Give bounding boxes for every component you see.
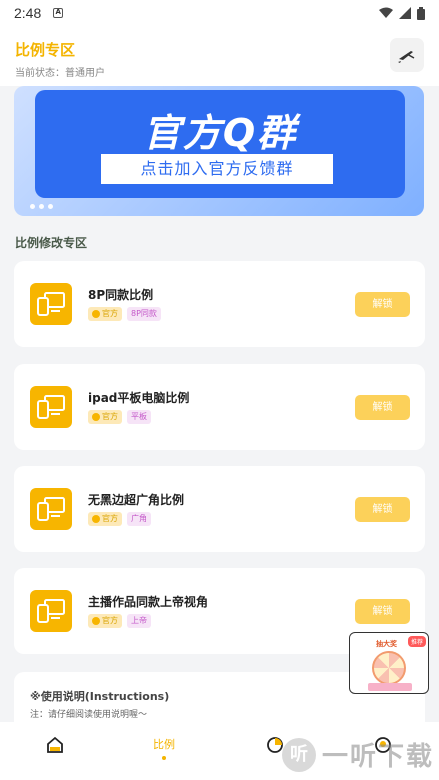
carousel-dot: [39, 204, 44, 209]
official-label: 官方: [102, 412, 118, 421]
category-badge: 上帝: [127, 614, 151, 628]
phone-tablet-icon: [30, 386, 72, 428]
section-title: 比例修改专区: [15, 236, 88, 250]
official-badge: 官方: [88, 512, 122, 526]
official-badge: 官方: [88, 614, 122, 628]
watermark-text: 一听下载: [322, 742, 435, 772]
home-icon: [47, 736, 63, 753]
carousel-dot: [30, 204, 35, 209]
unlock-button[interactable]: 解锁: [355, 395, 410, 420]
card-title: ipad平板电脑比例: [88, 391, 190, 405]
lucky-draw-float-button[interactable]: 抽大奖 推荐: [349, 632, 429, 694]
nav-ratio-label: 比例: [153, 738, 175, 751]
signal-icon: [399, 7, 411, 19]
active-indicator: [162, 756, 166, 760]
nav-home[interactable]: [46, 736, 64, 754]
recommend-badge: 推荐: [407, 636, 426, 647]
qq-group-banner[interactable]: 官方Q群 点击加入官方反馈群: [14, 86, 424, 216]
card-title: 主播作品同款上帝视角: [88, 595, 209, 609]
ratio-card[interactable]: 无黑边超广角比例 官方 广角 解锁: [14, 466, 425, 552]
phone-tablet-icon: [30, 488, 72, 530]
card-tags: 官方 平板: [88, 410, 151, 424]
coin-icon: [92, 413, 100, 421]
banner-panel: 官方Q群 点击加入官方反馈群: [35, 90, 405, 198]
coin-icon: [92, 310, 100, 318]
category-badge: 8P同款: [127, 307, 161, 321]
card-tags: 官方 广角: [88, 512, 151, 526]
unlock-button[interactable]: 解锁: [355, 292, 410, 317]
official-label: 官方: [102, 616, 118, 625]
card-tags: 官方 上帝: [88, 614, 151, 628]
crossed-tools-icon: [398, 51, 415, 63]
coin-icon: [92, 515, 100, 523]
instructions-note: 注：请仔细阅读使用说明喔～: [30, 710, 148, 720]
notification-icon: A: [53, 8, 64, 18]
card-tags: 官方 8P同款: [88, 307, 161, 321]
banner-join-link[interactable]: 点击加入官方反馈群: [101, 154, 333, 184]
header-tool-button[interactable]: [390, 38, 424, 72]
watermark: 听 一听下载: [282, 736, 434, 773]
unlock-button[interactable]: 解锁: [355, 599, 410, 624]
ratio-card[interactable]: ipad平板电脑比例 官方 平板 解锁: [14, 364, 425, 450]
wifi-icon: [379, 7, 393, 18]
card-title: 无黑边超广角比例: [88, 493, 185, 507]
page-title: 比例专区: [15, 41, 76, 59]
category-badge: 平板: [127, 410, 151, 424]
carousel-indicator: [30, 204, 53, 209]
prize-wheel-icon: [372, 651, 406, 685]
user-status: 当前状态：普通用户: [15, 68, 105, 79]
nav-ratio[interactable]: 比例: [153, 736, 175, 760]
app-header: 比例专区 当前状态：普通用户: [0, 26, 439, 86]
lucky-draw-label: 抽大奖: [376, 640, 397, 648]
card-title: 8P同款比例: [88, 288, 154, 302]
phone-tablet-icon: [30, 590, 72, 632]
prize-wheel-base: [368, 683, 412, 691]
phone-tablet-icon: [30, 283, 72, 325]
status-time: 2:48: [14, 5, 42, 21]
unlock-button[interactable]: 解锁: [355, 497, 410, 522]
carousel-dot: [48, 204, 53, 209]
category-badge: 广角: [127, 512, 151, 526]
battery-icon: [417, 6, 425, 20]
banner-title: 官方Q群: [142, 111, 298, 155]
watermark-logo: 听: [282, 737, 316, 772]
coin-icon: [92, 617, 100, 625]
official-badge: 官方: [88, 307, 122, 321]
official-label: 官方: [102, 309, 118, 318]
ratio-card[interactable]: 8P同款比例 官方 8P同款 解锁: [14, 261, 425, 347]
status-bar: 2:48 A: [0, 0, 439, 26]
official-badge: 官方: [88, 410, 122, 424]
official-label: 官方: [102, 514, 118, 523]
